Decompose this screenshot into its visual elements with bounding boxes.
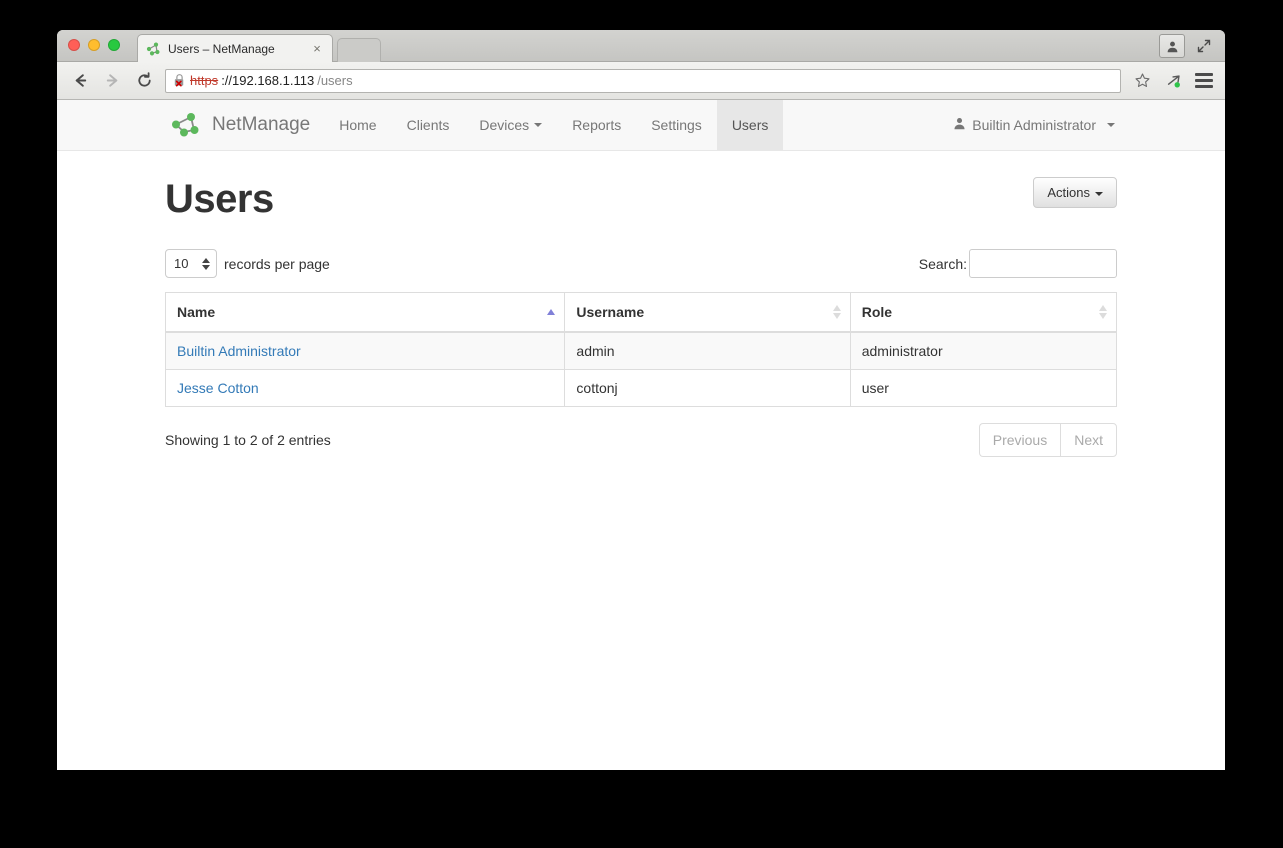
- cell-role: user: [849, 369, 1118, 407]
- table-row: Jesse Cotton cottonj user: [164, 369, 1118, 407]
- nav-item-label: Home: [339, 117, 377, 133]
- chevron-down-icon: [534, 123, 543, 127]
- nav-item-label: Settings: [651, 117, 702, 133]
- nav-item-label: Users: [731, 117, 769, 133]
- user-menu[interactable]: Builtin Administrator: [953, 117, 1115, 133]
- close-window-button[interactable]: [68, 39, 80, 51]
- chevron-down-icon: [1095, 191, 1103, 196]
- browser-tab-title: Users – NetManage: [168, 41, 275, 56]
- table-footer: Showing 1 to 2 of 2 entries Previous Nex…: [165, 423, 1117, 457]
- page-length-control: 10 records per page: [165, 249, 330, 278]
- nav-item-users[interactable]: Users: [716, 100, 784, 150]
- nav-links: Home Clients Devices Reports Settings Us…: [324, 100, 784, 150]
- extension-icon[interactable]: [1163, 70, 1185, 92]
- user-link[interactable]: Jesse Cotton: [177, 380, 259, 396]
- nav-item-clients[interactable]: Clients: [392, 100, 465, 150]
- table-row: Builtin Administrator admin administrato…: [164, 331, 1118, 370]
- actions-button[interactable]: Actions: [1033, 177, 1117, 208]
- browser-window: Users – NetManage × https://192.168.1.1…: [57, 30, 1225, 770]
- pagination: Previous Next: [978, 423, 1117, 457]
- page-viewport: NetManage Home Clients Devices Reports S…: [57, 100, 1225, 769]
- browser-tab[interactable]: Users – NetManage ×: [137, 34, 333, 62]
- table-header-row: Name Username Role: [164, 292, 1118, 333]
- table-head: Name Username Role: [164, 292, 1118, 333]
- profile-icon[interactable]: [1159, 34, 1185, 58]
- nav-item-label: Devices: [479, 117, 530, 133]
- table-body: Builtin Administrator admin administrato…: [164, 331, 1118, 407]
- nav-item-home[interactable]: Home: [324, 100, 391, 150]
- records-per-page-label: records per page: [224, 255, 330, 272]
- user-menu-label: Builtin Administrator: [972, 117, 1096, 133]
- sort-ascending-icon: [547, 309, 556, 315]
- chevron-down-icon: [1107, 123, 1115, 127]
- column-label: Username: [576, 304, 645, 320]
- network-nodes-logo: [171, 112, 203, 138]
- window-controls: [1159, 34, 1213, 58]
- table-controls: 10 records per page Search:: [165, 249, 1117, 278]
- sort-both-icon: [1099, 305, 1107, 319]
- sort-both-icon: [832, 305, 841, 319]
- actions-button-label: Actions: [1047, 185, 1090, 200]
- maximize-window-button[interactable]: [108, 39, 120, 51]
- page-length-value: 10: [174, 256, 189, 271]
- cell-username: cottonj: [564, 369, 851, 407]
- back-arrow-icon[interactable]: [69, 70, 91, 92]
- navbar-right: Builtin Administrator: [953, 100, 1225, 150]
- table-info: Showing 1 to 2 of 2 entries: [165, 432, 331, 448]
- column-header-role[interactable]: Role: [849, 292, 1118, 333]
- brand-name: NetManage: [212, 114, 311, 135]
- user-person-icon: [953, 117, 966, 133]
- hamburger-menu-icon[interactable]: [1195, 73, 1213, 88]
- column-label: Role: [861, 304, 893, 320]
- page-content: Users Actions 10 records per page Search…: [57, 151, 1225, 457]
- column-header-name[interactable]: Name: [164, 292, 566, 333]
- search-input[interactable]: [969, 249, 1117, 278]
- search-label: Search:: [918, 255, 967, 272]
- search-control: Search:: [919, 249, 1117, 278]
- cell-role: administrator: [849, 331, 1118, 370]
- nav-item-label: Reports: [572, 117, 622, 133]
- nav-item-reports[interactable]: Reports: [557, 100, 636, 150]
- column-label: Name: [177, 304, 216, 320]
- cell-username: admin: [564, 331, 851, 370]
- nav-item-settings[interactable]: Settings: [636, 100, 717, 150]
- nav-item-devices[interactable]: Devices: [464, 100, 557, 150]
- page-length-select[interactable]: 10: [165, 249, 217, 278]
- user-link[interactable]: Builtin Administrator: [177, 343, 301, 359]
- window-traffic-lights: [68, 39, 120, 51]
- close-icon[interactable]: ×: [310, 42, 324, 56]
- nav-item-label: Clients: [406, 117, 450, 133]
- forward-arrow-icon: [101, 70, 123, 92]
- page-title: Users: [165, 177, 274, 221]
- url-host: ://192.168.1.113: [221, 73, 315, 88]
- network-nodes-icon: [146, 41, 162, 57]
- previous-page-button[interactable]: Previous: [978, 423, 1061, 457]
- fullscreen-icon[interactable]: [1195, 37, 1213, 55]
- reload-icon[interactable]: [133, 70, 155, 92]
- url-path: /users: [317, 73, 353, 88]
- star-icon[interactable]: [1131, 70, 1153, 92]
- cell-name: Jesse Cotton: [164, 369, 566, 407]
- users-table: Name Username Role Builtin Administrator…: [164, 292, 1118, 407]
- broken-lock-icon[interactable]: [172, 73, 187, 88]
- column-header-username[interactable]: Username: [564, 292, 851, 333]
- next-page-button[interactable]: Next: [1060, 423, 1117, 457]
- browser-toolbar: https ://192.168.1.113 /users: [57, 62, 1225, 100]
- url-scheme: https: [190, 73, 219, 88]
- brand[interactable]: NetManage: [57, 100, 324, 150]
- minimize-window-button[interactable]: [88, 39, 100, 51]
- app-navbar: NetManage Home Clients Devices Reports S…: [57, 100, 1225, 151]
- new-tab-button[interactable]: [337, 38, 381, 62]
- page-header: Users Actions: [165, 151, 1117, 221]
- browser-tabstrip: Users – NetManage ×: [57, 30, 1225, 62]
- cell-name: Builtin Administrator: [164, 331, 566, 370]
- stepper-arrows-icon: [202, 257, 210, 270]
- address-bar[interactable]: https ://192.168.1.113 /users: [165, 68, 1121, 93]
